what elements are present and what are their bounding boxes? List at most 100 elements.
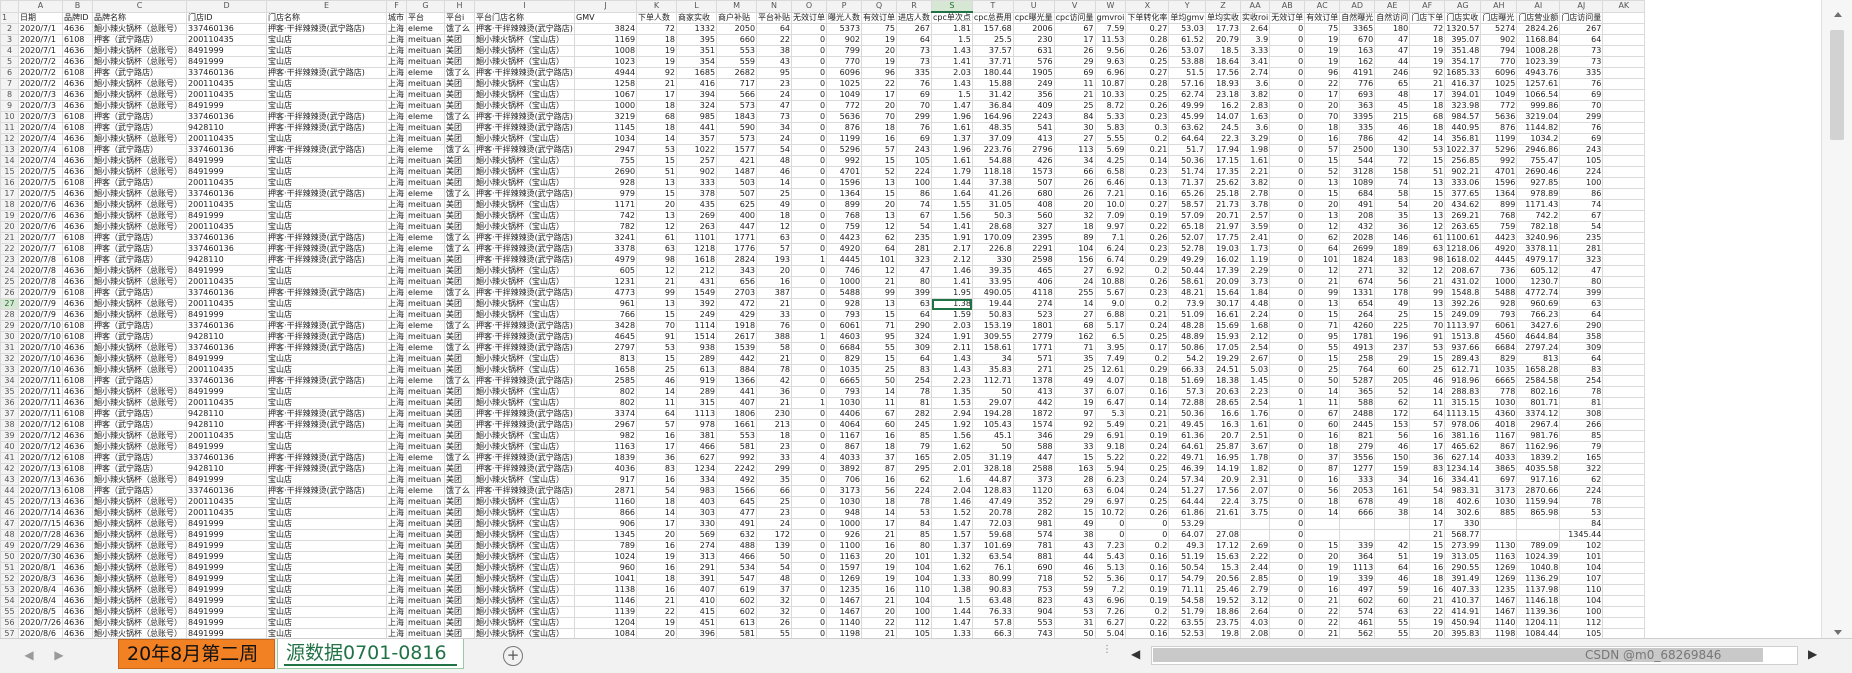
table-cell[interactable]: 4036 — [574, 463, 638, 475]
table-cell[interactable]: 押客·干拌辣辣烫(武宁路店) — [266, 331, 388, 343]
table-cell[interactable]: 59 — [1053, 584, 1096, 596]
table-cell[interactable]: 2.41 — [1239, 232, 1271, 244]
table-cell[interactable]: 6.47 — [1094, 397, 1127, 409]
table-cell[interactable]: 37.09 — [971, 133, 1014, 145]
table-cell[interactable]: 7.26 — [1094, 606, 1127, 618]
table-cell[interactable]: 0 — [1094, 518, 1127, 530]
table-cell[interactable]: 7.09 — [1094, 210, 1127, 222]
table-cell[interactable]: 786 — [1339, 133, 1376, 145]
table-cell[interactable]: 9.63 — [1094, 56, 1127, 68]
table-cell[interactable]: 15 — [1304, 309, 1341, 321]
table-cell[interactable]: 0 — [1269, 100, 1306, 112]
table-cell[interactable]: 35 — [1374, 210, 1411, 222]
table-cell[interactable]: 50.36 — [1168, 155, 1206, 167]
table-cell[interactable]: 904 — [1012, 606, 1055, 618]
table-cell[interactable]: 982 — [574, 430, 638, 442]
table-cell[interactable]: 73.9 — [1168, 298, 1206, 310]
table-cell[interactable]: 15 — [636, 155, 678, 167]
table-cell[interactable]: 0 — [791, 595, 828, 607]
table-cell[interactable]: 鮰小辣火锅杯（宝山店） — [474, 518, 576, 530]
table-cell[interactable]: 0 — [791, 628, 828, 638]
table-cell[interactable]: 81 — [896, 397, 933, 409]
table-cell[interactable]: 0.21 — [1125, 419, 1170, 431]
table-cell[interactable]: 5.55 — [1094, 133, 1127, 145]
table-cell[interactable]: 357 — [676, 133, 718, 145]
table-cell[interactable]: 4636 — [62, 155, 94, 167]
table-cell[interactable]: 15 — [1409, 540, 1446, 552]
table-cell[interactable]: 1198 — [1480, 628, 1518, 638]
table-cell[interactable]: 0 — [791, 474, 828, 486]
table-cell[interactable]: 255 — [1053, 287, 1096, 299]
table-cell[interactable]: 670 — [1339, 34, 1376, 46]
table-cell[interactable]: 447 — [716, 221, 758, 233]
table-cell[interactable]: 19 — [1304, 573, 1341, 585]
table-cell[interactable]: 上海 — [386, 199, 408, 211]
table-cell[interactable]: 2.83 — [1239, 100, 1271, 112]
table-cell[interactable]: 57 — [861, 144, 898, 156]
field-header-cell[interactable]: cpc曝光量 — [1012, 11, 1055, 24]
table-cell[interactable]: 19.29 — [1204, 353, 1241, 365]
table-cell[interactable]: 押客（武宁路店） — [92, 463, 188, 475]
table-cell[interactable]: 461 — [1339, 617, 1376, 629]
column-header-K[interactable]: K — [636, 0, 678, 13]
table-cell[interactable]: 美团 — [444, 122, 476, 134]
table-cell[interactable]: meituan — [406, 45, 446, 57]
table-cell[interactable]: 337460136 — [186, 320, 268, 332]
table-cell[interactable]: 11 — [1409, 397, 1446, 409]
table-cell[interactable]: 21.73 — [1204, 199, 1241, 211]
table-cell[interactable]: 宝山店 — [266, 474, 388, 486]
table-cell[interactable]: 1023 — [574, 56, 638, 68]
table-cell[interactable]: 2.21 — [1239, 166, 1271, 178]
table-cell[interactable]: 1.56 — [931, 210, 973, 222]
table-cell[interactable]: 宝山店 — [266, 617, 388, 629]
table-cell[interactable]: 770 — [826, 56, 863, 68]
table-cell[interactable]: 33.95 — [971, 276, 1014, 288]
table-cell[interactable]: 333.06 — [1444, 177, 1482, 189]
table-cell[interactable]: 上海 — [386, 430, 408, 442]
table-cell[interactable]: 饿了么 — [444, 111, 476, 123]
table-cell[interactable] — [1374, 529, 1411, 541]
table-cell[interactable]: 0.24 — [1125, 474, 1170, 486]
table-cell[interactable]: 2824 — [716, 254, 758, 266]
table-cell[interactable]: 0.25 — [1125, 89, 1170, 101]
table-cell[interactable]: 12 — [636, 265, 678, 277]
table-cell[interactable]: 15.64 — [1204, 287, 1241, 299]
field-header-cell[interactable]: 商家实收 — [676, 11, 718, 24]
table-cell[interactable]: 2020/7/5 — [17, 188, 64, 200]
table-cell[interactable]: 3865 — [1480, 463, 1518, 475]
table-cell[interactable]: 534 — [716, 562, 758, 574]
table-cell[interactable]: 上海 — [386, 540, 408, 552]
table-cell[interactable]: 351 — [676, 45, 718, 57]
field-header-cell[interactable]: 平台i — [444, 11, 476, 24]
table-cell[interactable]: 0 — [1269, 243, 1306, 255]
table-cell[interactable]: 美团 — [444, 628, 476, 638]
table-cell[interactable]: 4636 — [62, 474, 94, 486]
table-cell[interactable]: 17 — [1409, 518, 1446, 530]
table-cell[interactable]: 291 — [676, 562, 718, 574]
table-cell[interactable]: 25 — [756, 496, 793, 508]
table-cell[interactable]: 鮰小辣火锅杯（宝山店） — [474, 617, 576, 629]
table-cell[interactable]: 53 — [1409, 342, 1446, 354]
table-cell[interactable]: 鮰小辣火锅杯（宝山店） — [474, 78, 576, 90]
table-cell[interactable]: 4260 — [1339, 320, 1376, 332]
table-cell[interactable]: 19 — [636, 551, 678, 563]
table-cell[interactable]: 4636 — [62, 430, 94, 442]
table-cell[interactable]: 53.03 — [1168, 23, 1206, 35]
table-cell[interactable]: 0.26 — [1125, 507, 1170, 519]
table-cell[interactable]: 19 — [636, 56, 678, 68]
table-cell[interactable] — [1602, 496, 1646, 508]
table-cell[interactable]: 373 — [1012, 474, 1055, 486]
table-cell[interactable]: 322 — [1559, 463, 1604, 475]
table-cell[interactable]: meituan — [406, 419, 446, 431]
table-cell[interactable]: 8491999 — [186, 540, 268, 552]
table-cell[interactable]: 1269 — [1480, 573, 1518, 585]
table-cell[interactable]: 821 — [1339, 430, 1376, 442]
table-cell[interactable]: 490.05 — [971, 287, 1014, 299]
table-cell[interactable]: 899 — [826, 199, 863, 211]
table-cell[interactable]: 2020/7/7 — [17, 232, 64, 244]
table-cell[interactable] — [1602, 364, 1646, 376]
table-cell[interactable]: 388 — [756, 331, 793, 343]
table-cell[interactable]: 2797.24 — [1516, 342, 1561, 354]
table-cell[interactable]: 22 — [1304, 606, 1341, 618]
table-cell[interactable]: 395.07 — [1444, 34, 1482, 46]
